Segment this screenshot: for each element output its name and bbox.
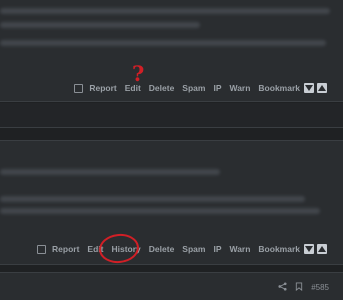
- warn-link[interactable]: Warn: [229, 83, 250, 93]
- post-1-text-line: [0, 40, 326, 46]
- spam-link[interactable]: Spam: [182, 244, 205, 254]
- post-header: #585: [278, 282, 329, 293]
- post-1-actions: Report Edit Delete Spam IP Warn Bookmark: [74, 83, 327, 93]
- arrow-down-icon[interactable]: [304, 244, 314, 254]
- post-2-text-line: [0, 208, 320, 214]
- warn-link[interactable]: Warn: [229, 244, 250, 254]
- post-2-text-line: [0, 169, 220, 175]
- select-checkbox[interactable]: [74, 83, 84, 93]
- delete-link[interactable]: Delete: [149, 83, 175, 93]
- bookmark-link[interactable]: Bookmark: [258, 83, 300, 93]
- post-1-text-line: [0, 22, 200, 28]
- ip-link[interactable]: IP: [213, 83, 221, 93]
- arrow-up-icon[interactable]: [317, 244, 327, 254]
- delete-link[interactable]: Delete: [149, 244, 175, 254]
- post-1-text-line: [0, 8, 330, 14]
- post-separator: [0, 103, 343, 128]
- question-mark-annotation: ?: [132, 61, 145, 86]
- report-link[interactable]: Report: [52, 244, 79, 254]
- post-2-actions: Report Edit History Delete Spam IP Warn …: [37, 244, 327, 254]
- share-icon[interactable]: [278, 282, 287, 293]
- post-number[interactable]: #585: [311, 283, 329, 292]
- bookmark-icon[interactable]: [295, 282, 303, 293]
- bookmark-link[interactable]: Bookmark: [258, 244, 300, 254]
- spam-link[interactable]: Spam: [182, 83, 205, 93]
- post-584: #584 Report Edit History Delete Spam IP …: [0, 140, 343, 300]
- arrow-up-icon[interactable]: [317, 83, 327, 93]
- post-1: Report Edit Delete Spam IP Warn Bookmark: [0, 0, 343, 102]
- post-2-text-line: [0, 196, 305, 202]
- select-checkbox[interactable]: [37, 244, 47, 254]
- ip-link[interactable]: IP: [213, 244, 221, 254]
- report-link[interactable]: Report: [89, 83, 116, 93]
- arrow-down-icon[interactable]: [304, 83, 314, 93]
- post-585: #585: [0, 272, 343, 300]
